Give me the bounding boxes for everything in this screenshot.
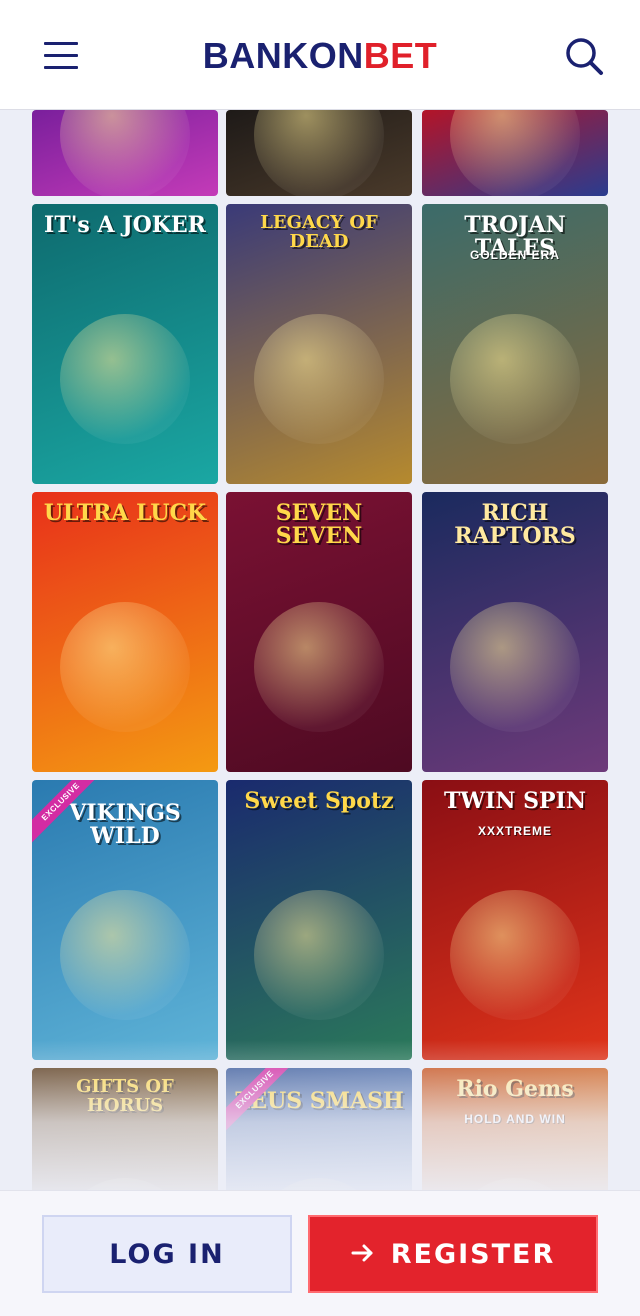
game-artwork bbox=[254, 602, 384, 732]
hamburger-menu-icon[interactable] bbox=[44, 40, 78, 72]
game-artwork bbox=[60, 602, 190, 732]
game-tile-vikings-wild[interactable]: VIKINGS WILD EXCLUSIVE bbox=[32, 780, 218, 1060]
game-artwork bbox=[254, 314, 384, 444]
game-title: LEGACY OF DEAD bbox=[260, 212, 378, 252]
arrow-right-icon bbox=[351, 1239, 375, 1270]
game-artwork bbox=[450, 110, 580, 196]
game-title: SEVEN SEVEN bbox=[275, 500, 363, 550]
game-title: TWIN SPIN bbox=[444, 788, 586, 814]
brand-logo[interactable]: BANKONBET bbox=[190, 36, 450, 76]
game-tile-partial-2[interactable] bbox=[226, 110, 412, 196]
game-tile-legacy-of-dead[interactable]: LEGACY OF DEAD bbox=[226, 204, 412, 484]
game-tile-sweet-spotz[interactable]: Sweet Spotz bbox=[226, 780, 412, 1060]
game-title: ULTRA LUCK bbox=[43, 500, 207, 526]
game-title: RICH RAPTORS bbox=[454, 500, 576, 550]
login-button[interactable]: LOG IN bbox=[42, 1215, 292, 1293]
game-artwork bbox=[450, 314, 580, 444]
game-artwork bbox=[60, 890, 190, 1020]
search-icon[interactable] bbox=[564, 36, 604, 76]
game-tile-partial-3[interactable] bbox=[422, 110, 608, 196]
game-subtitle: XXXTREME bbox=[477, 824, 552, 838]
game-tile-ultra-luck[interactable]: ULTRA LUCK bbox=[32, 492, 218, 772]
game-artwork bbox=[60, 110, 190, 196]
game-title: Sweet Spotz bbox=[244, 788, 394, 814]
game-artwork bbox=[254, 110, 384, 196]
game-tile-twin-spin-xxxtreme[interactable]: TWIN SPIN XXXTREME bbox=[422, 780, 608, 1060]
game-artwork bbox=[60, 314, 190, 444]
register-button-label: REGISTER bbox=[390, 1238, 556, 1270]
game-tile-partial-1[interactable] bbox=[32, 110, 218, 196]
game-tile-trojan-tales[interactable]: TROJAN TALES GOLDEN ERA bbox=[422, 204, 608, 484]
game-artwork bbox=[450, 890, 580, 1020]
grid-fade-overlay bbox=[0, 1040, 640, 1190]
game-grid: IT's A JOKER LEGACY OF DEAD TROJAN TALES GO… bbox=[32, 110, 608, 1190]
top-header: BANKONBET bbox=[0, 0, 640, 110]
game-artwork bbox=[254, 890, 384, 1020]
register-button[interactable]: REGISTER bbox=[308, 1215, 598, 1293]
game-subtitle: GOLDEN ERA bbox=[469, 248, 560, 262]
logo-text-bankon: BANKON bbox=[202, 35, 364, 76]
login-button-label: LOG IN bbox=[109, 1238, 225, 1270]
game-tile-its-a-joker[interactable]: IT's A JOKER bbox=[32, 204, 218, 484]
logo-text-bet: BET bbox=[363, 35, 438, 76]
game-tile-rich-raptors[interactable]: RICH RAPTORS bbox=[422, 492, 608, 772]
game-title: IT's A JOKER bbox=[44, 212, 206, 238]
bottom-action-bar: LOG IN REGISTER bbox=[0, 1190, 640, 1316]
game-artwork bbox=[450, 602, 580, 732]
game-tile-seven-seven[interactable]: SEVEN SEVEN bbox=[226, 492, 412, 772]
